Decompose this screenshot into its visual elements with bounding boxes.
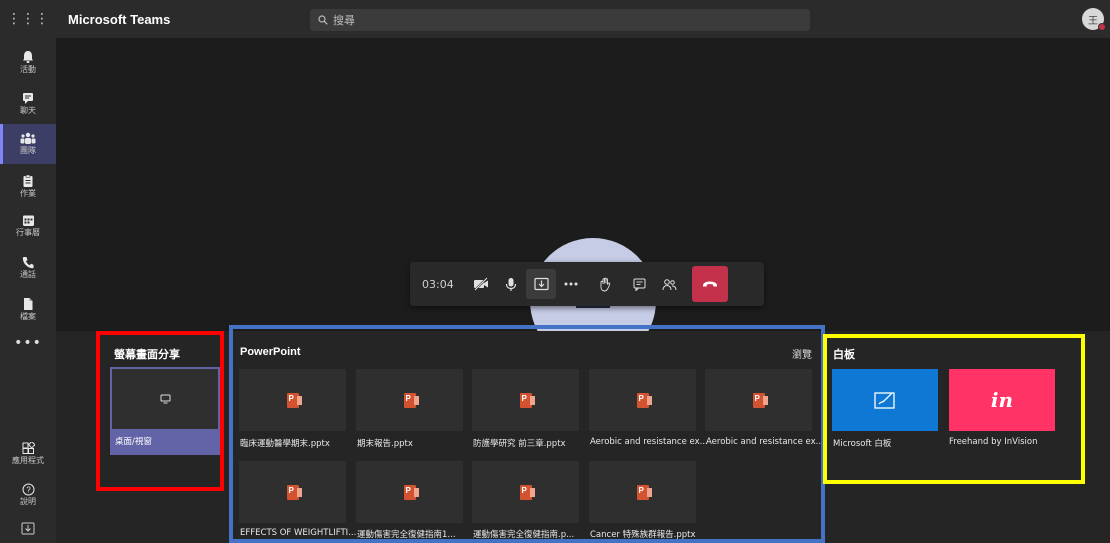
search-placeholder: 搜尋 bbox=[333, 14, 355, 27]
participants-button[interactable] bbox=[654, 269, 684, 299]
title-bar: ⋮⋮⋮ Microsoft Teams 搜尋 王 bbox=[0, 0, 1110, 38]
ellipsis-icon bbox=[564, 282, 578, 286]
microphone-icon bbox=[505, 277, 517, 291]
hand-icon bbox=[600, 277, 610, 291]
help-icon: ? bbox=[22, 483, 34, 496]
sidebar-item-label: 應用程式 bbox=[12, 456, 44, 465]
sidebar-item-label: 說明 bbox=[20, 497, 36, 506]
chat-bubble-icon bbox=[633, 278, 645, 291]
chat-button[interactable] bbox=[624, 269, 654, 299]
sidebar-item-label: 聊天 bbox=[20, 106, 36, 115]
phone-icon bbox=[22, 257, 34, 269]
sidebar-item-assignments[interactable]: 作業 bbox=[0, 166, 56, 206]
hang-up-icon bbox=[703, 281, 717, 287]
app-bar: 活動 聊天 團隊 作業 行事曆 通話 檔案 ••• 應用程式 ? 說明 bbox=[0, 38, 56, 543]
sidebar-item-calls[interactable]: 通話 bbox=[0, 248, 56, 288]
download-icon bbox=[21, 522, 35, 534]
call-timer: 03:04 bbox=[422, 277, 454, 291]
hang-up-button[interactable] bbox=[692, 266, 728, 302]
calendar-icon bbox=[22, 215, 34, 226]
status-badge bbox=[1098, 23, 1106, 31]
sidebar-item-label: 團隊 bbox=[20, 146, 36, 155]
sidebar-item-chat[interactable]: 聊天 bbox=[0, 84, 56, 124]
more-actions-button[interactable] bbox=[556, 269, 586, 299]
participants-icon bbox=[662, 278, 676, 290]
assignments-icon bbox=[23, 174, 33, 187]
svg-text:?: ? bbox=[26, 486, 31, 495]
sidebar-item-calendar[interactable]: 行事曆 bbox=[0, 206, 56, 246]
share-content-button[interactable] bbox=[526, 269, 556, 299]
search-input[interactable]: 搜尋 bbox=[310, 9, 810, 31]
app-title: Microsoft Teams bbox=[68, 11, 171, 27]
files-icon bbox=[24, 297, 33, 310]
chat-icon bbox=[23, 93, 33, 104]
sidebar-item-teams[interactable]: 團隊 bbox=[0, 124, 56, 164]
highlight-box-blue bbox=[229, 325, 825, 543]
highlight-box-red bbox=[96, 331, 224, 491]
search-icon bbox=[318, 15, 328, 25]
sidebar-item-label: 檔案 bbox=[20, 311, 36, 321]
apps-icon bbox=[22, 442, 35, 454]
sidebar-item-label: 作業 bbox=[20, 188, 36, 198]
microphone-button[interactable] bbox=[496, 269, 526, 299]
sidebar-item-files[interactable]: 檔案 bbox=[0, 289, 56, 329]
teams-icon bbox=[20, 132, 36, 144]
highlight-box-yellow bbox=[823, 334, 1085, 484]
download-app-button[interactable] bbox=[0, 512, 56, 543]
more-apps-button[interactable]: ••• bbox=[0, 335, 56, 351]
app-launcher-icon[interactable]: ⋮⋮⋮ bbox=[0, 0, 56, 38]
avatar-initial: 王 bbox=[1088, 15, 1098, 27]
raise-hand-button[interactable] bbox=[590, 269, 620, 299]
sidebar-item-apps[interactable]: 應用程式 bbox=[0, 434, 56, 474]
sidebar-item-help[interactable]: ? 說明 bbox=[0, 475, 56, 515]
camera-off-icon bbox=[474, 277, 488, 291]
sidebar-item-label: 活動 bbox=[20, 64, 36, 74]
sidebar-item-label: 行事曆 bbox=[16, 228, 40, 237]
avatar[interactable]: 王 bbox=[1082, 8, 1106, 31]
call-controls: 03:04 bbox=[410, 262, 764, 306]
bell-icon bbox=[23, 50, 33, 63]
share-tray-icon bbox=[533, 277, 549, 291]
sidebar-item-label: 通話 bbox=[20, 270, 36, 279]
camera-off-button[interactable] bbox=[466, 269, 496, 299]
sidebar-item-activity[interactable]: 活動 bbox=[0, 42, 56, 82]
